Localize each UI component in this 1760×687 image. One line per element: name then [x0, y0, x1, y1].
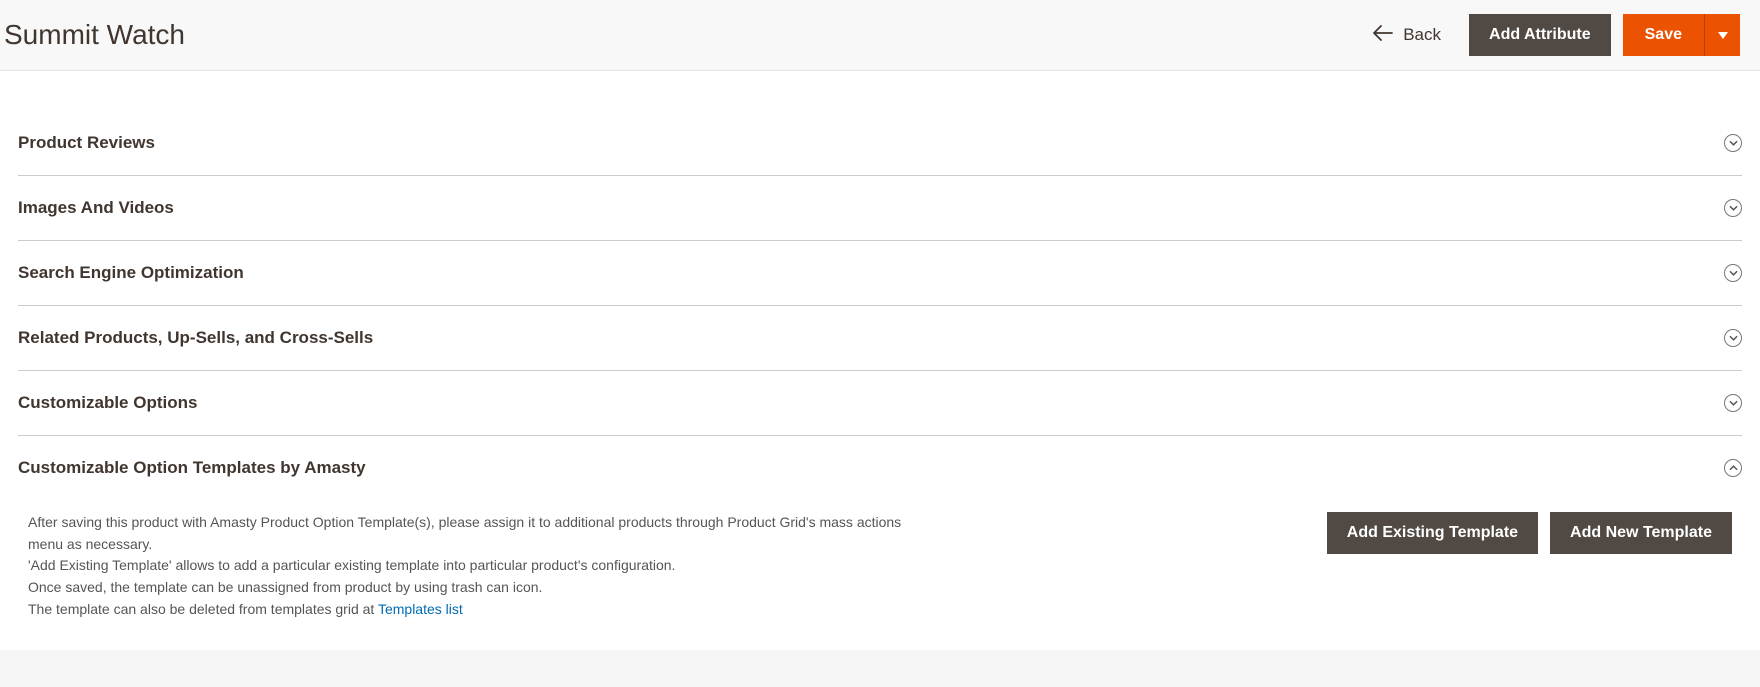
- help-line: The template can also be deleted from te…: [28, 599, 908, 621]
- help-text: After saving this product with Amasty Pr…: [28, 512, 908, 620]
- arrow-left-icon: [1373, 25, 1393, 46]
- chevron-down-icon: [1724, 264, 1742, 282]
- chevron-down-icon: [1724, 134, 1742, 152]
- chevron-down-icon: [1724, 199, 1742, 217]
- help-line: After saving this product with Amasty Pr…: [28, 512, 908, 555]
- section-title: Product Reviews: [18, 133, 155, 153]
- section-amasty-templates: Customizable Option Templates by Amasty …: [18, 435, 1742, 650]
- add-new-template-button[interactable]: Add New Template: [1550, 512, 1732, 554]
- add-attribute-button[interactable]: Add Attribute: [1469, 14, 1611, 56]
- content-area: Product Reviews Images And Videos Search…: [0, 71, 1760, 650]
- section-customizable-options: Customizable Options: [18, 370, 1742, 435]
- section-header[interactable]: Images And Videos: [18, 176, 1742, 240]
- section-header[interactable]: Related Products, Up-Sells, and Cross-Se…: [18, 306, 1742, 370]
- section-title: Images And Videos: [18, 198, 174, 218]
- section-header[interactable]: Search Engine Optimization: [18, 241, 1742, 305]
- section-related-products: Related Products, Up-Sells, and Cross-Se…: [18, 305, 1742, 370]
- help-line-prefix: The template can also be deleted from te…: [28, 601, 378, 617]
- body-actions: Add Existing Template Add New Template: [1327, 512, 1732, 620]
- help-line: Once saved, the template can be unassign…: [28, 577, 908, 599]
- section-header[interactable]: Customizable Option Templates by Amasty: [18, 436, 1742, 500]
- section-seo: Search Engine Optimization: [18, 240, 1742, 305]
- chevron-down-icon: [1724, 394, 1742, 412]
- caret-down-icon: [1718, 28, 1728, 43]
- save-dropdown-toggle[interactable]: [1704, 14, 1740, 56]
- section-images-videos: Images And Videos: [18, 175, 1742, 240]
- page-actions: Back Add Attribute Save: [1373, 14, 1740, 56]
- add-existing-template-button[interactable]: Add Existing Template: [1327, 512, 1538, 554]
- templates-list-link[interactable]: Templates list: [378, 601, 463, 617]
- section-title: Customizable Option Templates by Amasty: [18, 458, 366, 478]
- section-header[interactable]: Product Reviews: [18, 111, 1742, 175]
- accordion: Product Reviews Images And Videos Search…: [18, 111, 1742, 650]
- back-label: Back: [1403, 25, 1441, 45]
- save-split-button: Save: [1623, 14, 1740, 56]
- section-product-reviews: Product Reviews: [18, 111, 1742, 175]
- chevron-up-icon: [1724, 459, 1742, 477]
- help-line: 'Add Existing Template' allows to add a …: [28, 555, 908, 577]
- section-body: After saving this product with Amasty Pr…: [18, 500, 1742, 650]
- chevron-down-icon: [1724, 329, 1742, 347]
- save-button[interactable]: Save: [1623, 14, 1704, 56]
- section-header[interactable]: Customizable Options: [18, 371, 1742, 435]
- section-title: Search Engine Optimization: [18, 263, 244, 283]
- page-header: Summit Watch Back Add Attribute Save: [0, 0, 1760, 71]
- back-button[interactable]: Back: [1373, 25, 1441, 46]
- section-title: Customizable Options: [18, 393, 197, 413]
- page-title: Summit Watch: [0, 19, 185, 51]
- section-title: Related Products, Up-Sells, and Cross-Se…: [18, 328, 373, 348]
